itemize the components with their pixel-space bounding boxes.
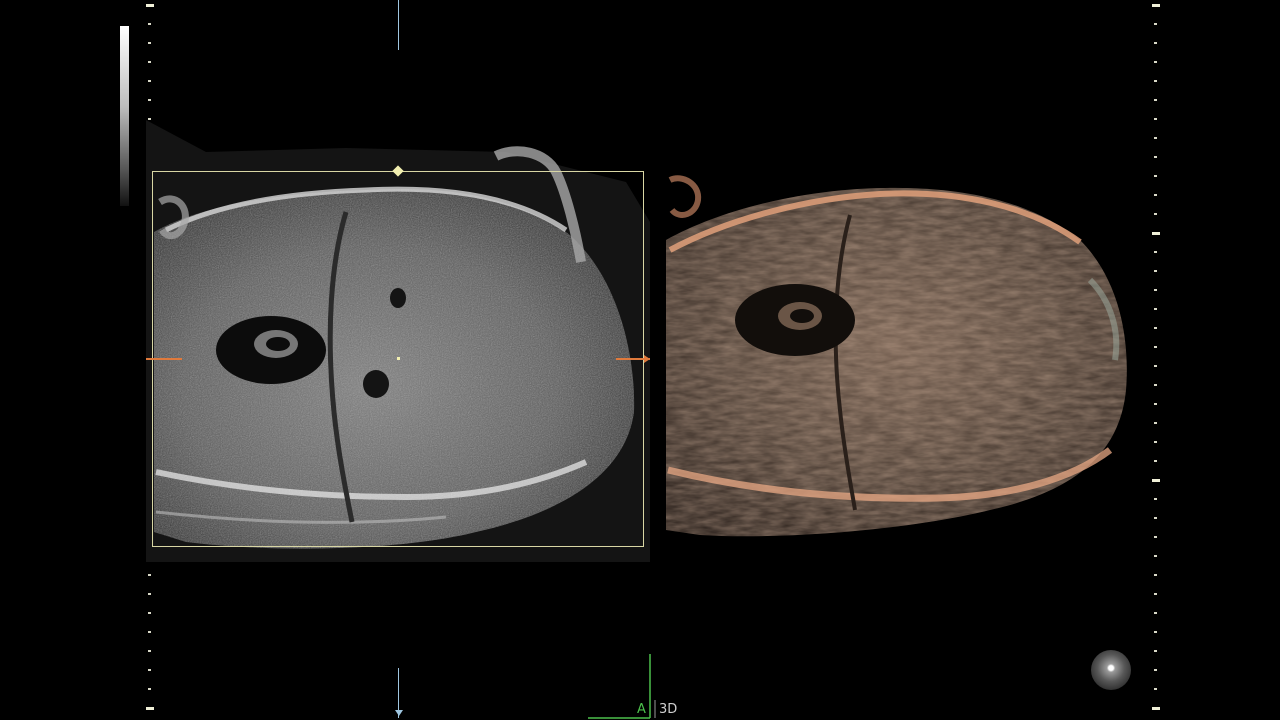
ruler-tick: [1154, 289, 1157, 291]
ruler-tick: [1154, 99, 1157, 101]
ruler-tick: [1154, 156, 1157, 158]
orientation-axis-label: A: [637, 702, 646, 717]
ruler-tick: [1152, 479, 1160, 482]
ruler-tick: [1154, 460, 1157, 462]
ruler-tick: [1154, 137, 1157, 139]
ruler-tick: [146, 707, 154, 710]
scan-line-arrow-icon: [395, 710, 403, 716]
ruler-tick: [1154, 327, 1157, 329]
ruler-tick: [1154, 498, 1157, 500]
ultrasound-viewer: A 3D: [0, 0, 1280, 720]
ruler-tick: [148, 593, 151, 595]
ruler-tick: [1154, 213, 1157, 215]
volume-render-image: [666, 175, 1127, 537]
ruler-tick: [148, 612, 151, 614]
ruler-tick: [148, 99, 151, 101]
ruler-tick: [1154, 688, 1157, 690]
cursor-line-left[interactable]: [146, 358, 182, 360]
ruler-tick: [1154, 422, 1157, 424]
ruler-tick: [148, 669, 151, 671]
ruler-tick: [146, 4, 154, 7]
ruler-tick: [1154, 593, 1157, 595]
ruler-tick: [148, 631, 151, 633]
cursor-arrow-icon: [644, 355, 650, 363]
ruler-tick: [1154, 574, 1157, 576]
ruler-tick: [148, 61, 151, 63]
ruler-tick: [1154, 23, 1157, 25]
light-source-icon[interactable]: [1091, 650, 1131, 690]
ruler-tick: [148, 688, 151, 690]
ruler-tick: [148, 80, 151, 82]
ruler-tick: [1154, 270, 1157, 272]
ruler-tick: [1154, 517, 1157, 519]
ruler-tick: [1154, 365, 1157, 367]
ruler-tick: [148, 574, 151, 576]
ruler-tick: [148, 23, 151, 25]
ruler-tick: [1154, 555, 1157, 557]
ruler-tick: [1152, 232, 1160, 235]
roi-center-marker: [397, 357, 400, 360]
ruler-tick: [1154, 536, 1157, 538]
ruler-tick: [1152, 707, 1160, 710]
ruler-tick: [1154, 384, 1157, 386]
ruler-tick: [1154, 631, 1157, 633]
ruler-tick: [1154, 80, 1157, 82]
render-mode-label: 3D: [659, 702, 678, 717]
ruler-tick: [1154, 194, 1157, 196]
ruler-tick: [1154, 650, 1157, 652]
ruler-tick: [1154, 346, 1157, 348]
ruler-tick: [1154, 403, 1157, 405]
depth-ruler-right: [1152, 0, 1160, 720]
scan-line-marker-top[interactable]: [398, 0, 399, 50]
ruler-tick: [1152, 4, 1160, 7]
ruler-tick: [1154, 441, 1157, 443]
ruler-tick: [1154, 612, 1157, 614]
ruler-tick: [148, 650, 151, 652]
ruler-tick: [1154, 118, 1157, 120]
ruler-tick: [1154, 669, 1157, 671]
volume-render-panel[interactable]: [660, 160, 1140, 560]
ruler-tick: [1154, 251, 1157, 253]
grayscale-bar: [120, 26, 129, 206]
ruler-tick: [148, 42, 151, 44]
ruler-tick: [1154, 61, 1157, 63]
ruler-tick: [1154, 42, 1157, 44]
ruler-tick: [1154, 308, 1157, 310]
ruler-tick: [1154, 175, 1157, 177]
orientation-indicator: A 3D: [588, 650, 688, 720]
